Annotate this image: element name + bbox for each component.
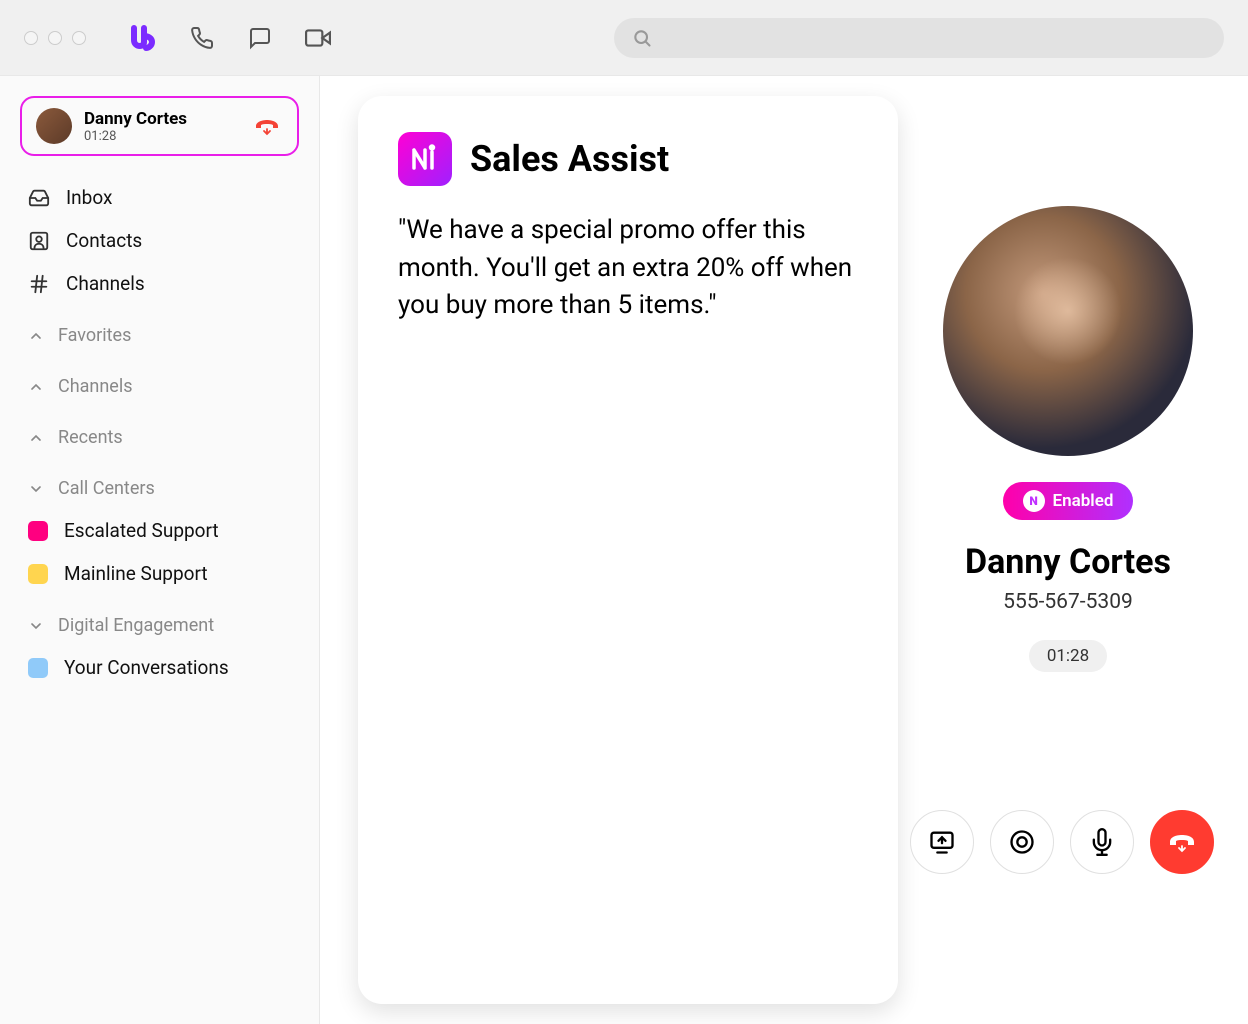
channel-color bbox=[28, 521, 48, 541]
hangup-icon[interactable] bbox=[251, 114, 283, 138]
channel-color bbox=[28, 564, 48, 584]
sales-assist-card: Sales Assist "We have a special promo of… bbox=[358, 96, 898, 1004]
nav-inbox[interactable]: Inbox bbox=[20, 176, 299, 219]
channel-label: Mainline Support bbox=[64, 562, 208, 585]
channel-label: Your Conversations bbox=[64, 656, 229, 679]
search-container bbox=[614, 18, 1224, 58]
contacts-icon bbox=[28, 230, 50, 252]
call-duration-pill: 01:28 bbox=[1029, 640, 1107, 672]
sidebar: Danny Cortes 01:28 Inbox Contacts bbox=[0, 76, 320, 1024]
end-call-button[interactable] bbox=[1150, 810, 1214, 874]
contact-phone: 555-567-5309 bbox=[1003, 590, 1133, 614]
nav-channels-label: Channels bbox=[66, 272, 145, 295]
window-controls bbox=[24, 31, 86, 45]
share-screen-button[interactable] bbox=[910, 810, 974, 874]
nav-channels[interactable]: Channels bbox=[20, 262, 299, 305]
content-area: Sales Assist "We have a special promo of… bbox=[320, 76, 1248, 1024]
chevron-up-icon bbox=[28, 430, 44, 446]
phone-icon[interactable] bbox=[188, 24, 216, 52]
window-close[interactable] bbox=[24, 31, 38, 45]
section-recents[interactable]: Recents bbox=[20, 407, 299, 458]
section-call-centers[interactable]: Call Centers bbox=[20, 458, 299, 509]
window-maximize[interactable] bbox=[72, 31, 86, 45]
channel-label: Escalated Support bbox=[64, 519, 219, 542]
call-duration: 01:28 bbox=[84, 129, 239, 144]
chevron-down-icon bbox=[28, 618, 44, 634]
ai-enabled-badge: N Enabled bbox=[1003, 482, 1134, 520]
call-info: Danny Cortes 01:28 bbox=[84, 109, 239, 144]
section-recents-label: Recents bbox=[58, 427, 123, 448]
channel-your-conversations[interactable]: Your Conversations bbox=[20, 646, 299, 689]
nav-inbox-label: Inbox bbox=[66, 186, 112, 209]
mute-button[interactable] bbox=[1070, 810, 1134, 874]
window-minimize[interactable] bbox=[48, 31, 62, 45]
nav-contacts[interactable]: Contacts bbox=[20, 219, 299, 262]
inbox-icon bbox=[28, 187, 50, 209]
channel-color bbox=[28, 658, 48, 678]
section-favorites[interactable]: Favorites bbox=[20, 305, 299, 356]
section-channels-label: Channels bbox=[58, 376, 133, 397]
search-icon bbox=[632, 28, 652, 48]
record-button[interactable] bbox=[990, 810, 1054, 874]
topbar bbox=[0, 0, 1248, 76]
assist-body: "We have a special promo offer this mont… bbox=[398, 212, 858, 325]
message-icon[interactable] bbox=[246, 24, 274, 52]
chevron-up-icon bbox=[28, 379, 44, 395]
chevron-down-icon bbox=[28, 481, 44, 497]
video-icon[interactable] bbox=[304, 24, 332, 52]
avatar bbox=[36, 108, 72, 144]
section-channels[interactable]: Channels bbox=[20, 356, 299, 407]
channel-escalated-support[interactable]: Escalated Support bbox=[20, 509, 299, 552]
section-favorites-label: Favorites bbox=[58, 325, 131, 346]
search-input[interactable] bbox=[614, 18, 1224, 58]
chevron-up-icon bbox=[28, 328, 44, 344]
channel-mainline-support[interactable]: Mainline Support bbox=[20, 552, 299, 595]
section-digital-label: Digital Engagement bbox=[58, 615, 214, 636]
active-call-card[interactable]: Danny Cortes 01:28 bbox=[20, 96, 299, 156]
hash-icon bbox=[28, 273, 50, 295]
section-digital-engagement[interactable]: Digital Engagement bbox=[20, 595, 299, 646]
badge-label: Enabled bbox=[1053, 491, 1114, 511]
section-call-centers-label: Call Centers bbox=[58, 478, 155, 499]
ai-badge-icon: N bbox=[1023, 490, 1045, 512]
ai-logo-icon bbox=[398, 132, 452, 186]
assist-title: Sales Assist bbox=[470, 138, 669, 180]
contact-avatar bbox=[943, 206, 1193, 456]
nav-contacts-label: Contacts bbox=[66, 229, 142, 252]
call-controls bbox=[910, 810, 1214, 874]
app-logo[interactable] bbox=[126, 22, 158, 54]
contact-name: Danny Cortes bbox=[965, 542, 1171, 582]
toolbar-icons bbox=[188, 24, 332, 52]
call-name: Danny Cortes bbox=[84, 109, 239, 129]
